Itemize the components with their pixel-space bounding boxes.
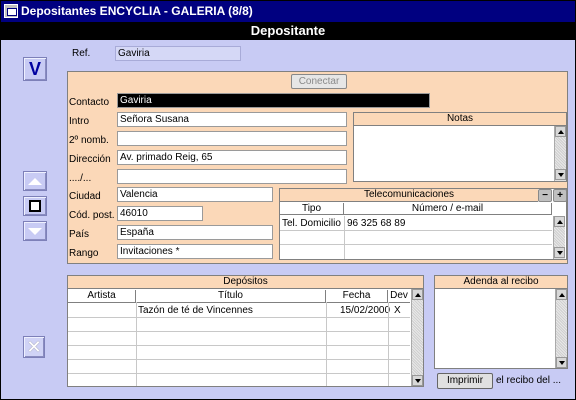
scroll-down-icon[interactable] (412, 375, 423, 386)
telecom-panel: Telecomunicaciones − + Tipo Número / e-m… (279, 188, 567, 260)
col-fecha: Fecha (326, 290, 388, 302)
depositos-panel: Depósitos Artista Título Fecha Dev Tazón… (67, 275, 424, 387)
remove-phone-button[interactable]: − (538, 189, 552, 202)
next-record-button[interactable] (23, 221, 47, 241)
pais-field[interactable]: España (117, 225, 273, 240)
rango-label: Rango (69, 248, 99, 259)
deposito-titulo-cell[interactable]: Tazón de té de Vincennes (138, 305, 253, 316)
notas-title: Notas (354, 113, 566, 126)
conectar-button[interactable]: Conectar (291, 74, 347, 89)
telecom-tipo-cell[interactable]: Tel. Domicilio (282, 218, 341, 229)
scroll-track[interactable] (554, 227, 565, 247)
direccion-field[interactable]: Av. primado Reig, 65 (117, 150, 347, 165)
notas-panel: Notas (353, 112, 567, 182)
telecom-scrollbar[interactable] (553, 216, 565, 259)
scroll-track[interactable] (555, 137, 566, 169)
scroll-up-icon[interactable] (554, 216, 565, 227)
recibo-text: el recibo del ... (496, 375, 562, 386)
intro-field[interactable]: Señora Susana (117, 112, 347, 127)
add-phone-button[interactable]: + (553, 189, 567, 202)
deposito-fecha-cell[interactable]: 15/02/2000 (340, 305, 390, 316)
col-tipo: Tipo (280, 203, 344, 215)
square-icon (29, 200, 41, 212)
ref-label: Ref. (72, 48, 91, 59)
adenda-title: Adenda al recibo (435, 276, 567, 289)
current-record-button[interactable] (23, 196, 47, 216)
col-numero: Número / e-mail (344, 203, 552, 215)
scroll-down-icon[interactable] (556, 357, 567, 368)
adenda-panel: Adenda al recibo (434, 275, 568, 369)
v-button[interactable]: V (23, 57, 47, 81)
direccion2-field[interactable] (117, 169, 347, 184)
title-bar: Depositantes ENCYCLIA - GALERIA (8/8) (1, 1, 575, 22)
scroll-track[interactable] (556, 300, 567, 357)
page-title: Depositante (1, 22, 575, 40)
intro-label: Intro (69, 116, 90, 127)
pais-label: País (69, 229, 90, 240)
imprimir-button[interactable]: Imprimir (437, 373, 493, 389)
direccion2-label: ..../... (69, 173, 92, 184)
deposito-dev-cell[interactable]: X (394, 305, 401, 316)
cod-post-field[interactable]: 46010 (117, 206, 203, 221)
window-icon[interactable] (4, 4, 18, 18)
ref-field[interactable]: Gaviria (115, 46, 241, 61)
scroll-down-icon[interactable] (555, 169, 566, 180)
cod-post-label: Cód. post. (69, 210, 115, 221)
v-label: V (28, 58, 41, 79)
scroll-down-icon[interactable] (554, 247, 565, 258)
ciudad-label: Ciudad (69, 191, 101, 202)
col-artista: Artista (68, 290, 136, 302)
scroll-up-icon[interactable] (412, 289, 423, 300)
adenda-scrollbar[interactable] (555, 289, 567, 368)
depositos-title: Depósitos (68, 276, 423, 289)
arrow-down-icon (28, 227, 42, 235)
nomb2-label: 2º nomb. (69, 135, 109, 146)
window-title: Depositantes ENCYCLIA - GALERIA (8/8) (21, 4, 253, 18)
notas-textarea[interactable] (355, 127, 553, 181)
ciudad-field[interactable]: Valencia (117, 187, 273, 202)
telecom-numero-cell[interactable]: 96 325 68 89 (347, 218, 405, 229)
contacto-field[interactable]: Gaviria (117, 93, 430, 108)
scroll-up-icon[interactable] (556, 289, 567, 300)
arrow-up-icon (28, 177, 42, 185)
delete-button[interactable]: ✕ (23, 336, 45, 358)
close-icon: ✕ (26, 337, 42, 357)
direccion-label: Dirección (69, 154, 111, 165)
adenda-textarea[interactable] (436, 290, 554, 368)
nomb2-field[interactable] (117, 131, 347, 146)
col-dev: Dev (390, 290, 408, 301)
telecom-title: Telecomunicaciones (280, 189, 538, 202)
notas-scrollbar[interactable] (554, 126, 566, 181)
rango-field[interactable]: Invitaciones * (117, 244, 273, 259)
depositos-scrollbar[interactable] (411, 289, 423, 386)
scroll-track[interactable] (412, 300, 423, 375)
scroll-up-icon[interactable] (555, 126, 566, 137)
window: Depositantes ENCYCLIA - GALERIA (8/8) De… (0, 0, 576, 400)
contacto-label: Contacto (69, 97, 110, 108)
previous-record-button[interactable] (23, 171, 47, 191)
col-titulo: Título (136, 290, 326, 302)
